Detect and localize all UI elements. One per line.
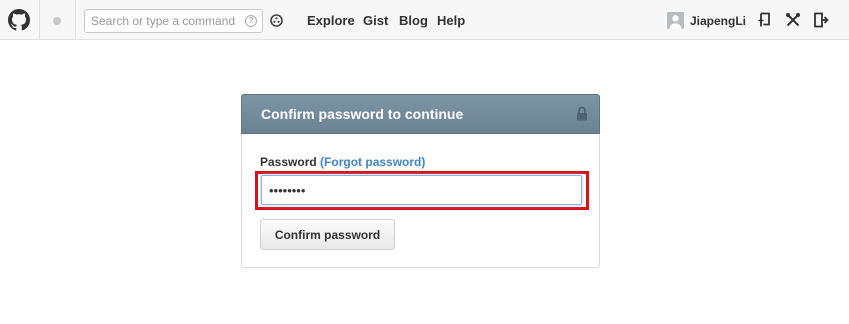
confirm-password-dialog: Confirm password to continue Password (F… (241, 94, 600, 268)
password-label-text: Password (260, 155, 317, 169)
dot-icon (53, 17, 61, 25)
forgot-password-link[interactable]: (Forgot password) (320, 155, 425, 169)
nav-blog-link[interactable]: Blog (399, 13, 428, 29)
settings-tools-icon[interactable] (785, 12, 801, 28)
nav-explore-link[interactable]: Explore (307, 13, 355, 29)
header-divider (39, 0, 40, 39)
search-help-icon[interactable]: ? (245, 15, 257, 27)
top-navigation-bar: ? Explore Gist Blog Help JiapengLi (0, 0, 849, 40)
nav-gist-link[interactable]: Gist (363, 13, 388, 29)
avatar-icon[interactable] (667, 12, 684, 29)
create-repo-icon[interactable] (757, 12, 773, 28)
command-palette-icon[interactable] (270, 14, 283, 27)
search-box[interactable]: ? (84, 9, 263, 33)
dialog-header: Confirm password to continue (241, 94, 600, 134)
dialog-title: Confirm password to continue (261, 106, 464, 122)
lock-icon (577, 106, 587, 121)
username-link[interactable]: JiapengLi (690, 13, 746, 29)
sign-out-icon[interactable] (813, 12, 829, 28)
github-octocat-icon[interactable] (8, 9, 30, 31)
password-label: Password (Forgot password) (260, 155, 425, 169)
nav-help-link[interactable]: Help (437, 13, 465, 29)
header-divider (75, 0, 76, 39)
password-field[interactable] (261, 175, 582, 205)
confirm-password-button[interactable]: Confirm password (260, 219, 395, 250)
search-input[interactable] (91, 13, 241, 29)
